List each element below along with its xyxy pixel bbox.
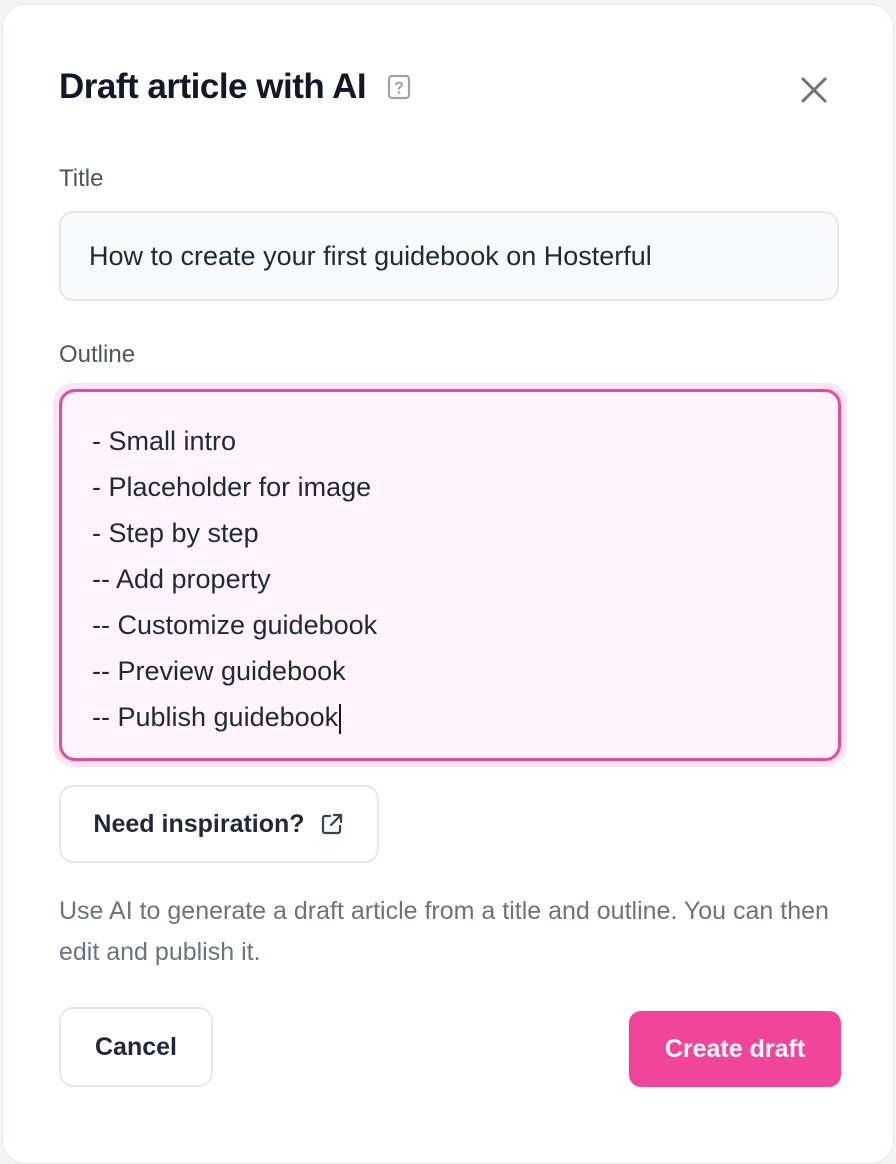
close-icon [801,77,827,103]
title-label: Title [59,165,104,192]
outline-line: - Small intro [92,426,237,456]
draft-article-dialog: Draft article with AI Title How to creat… [2,4,894,1164]
title-input[interactable]: How to create your first guidebook on Ho… [59,211,839,301]
outline-line-text: -- Publish guidebook [92,702,339,732]
outline-line: -- Preview guidebook [92,656,346,686]
close-button[interactable] [797,73,831,107]
outline-line: -- Add property [92,564,271,594]
cancel-button[interactable]: Cancel [59,1007,213,1087]
outline-line-last: -- Publish guidebook [92,694,808,740]
external-link-icon [319,811,345,837]
create-draft-button[interactable]: Create draft [629,1011,841,1087]
title-input-value: How to create your first guidebook on Ho… [89,240,652,271]
helper-text: Use AI to generate a draft article from … [59,897,829,966]
need-inspiration-label: Need inspiration? [93,809,305,838]
outline-textarea[interactable]: - Small intro - Placeholder for image - … [59,389,841,761]
text-caret [339,703,342,734]
dialog-header: Draft article with AI [59,67,412,107]
outline-line: -- Customize guidebook [92,610,378,640]
need-inspiration-button[interactable]: Need inspiration? [59,785,379,863]
outline-line: - Step by step [92,518,259,548]
help-icon[interactable] [386,74,412,100]
outline-label: Outline [59,341,136,368]
dialog-title: Draft article with AI [59,67,367,106]
outline-line: - Placeholder for image [92,472,372,502]
